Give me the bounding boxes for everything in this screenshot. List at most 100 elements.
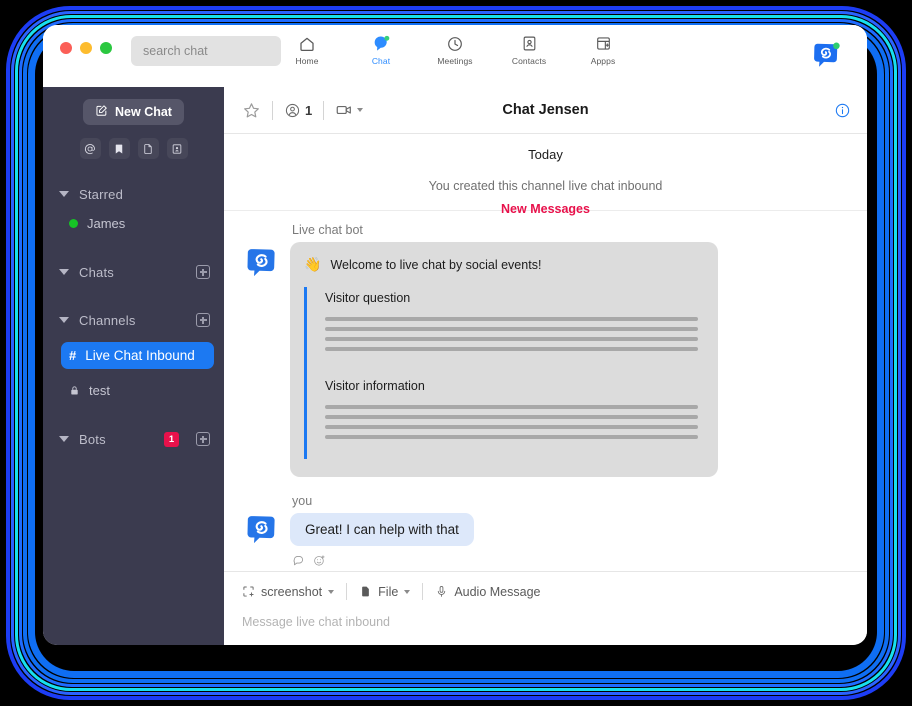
sidebar-section-label-starred: Starred xyxy=(79,186,124,202)
sidebar-item-live-chat-inbound[interactable]: # Live Chat Inbound xyxy=(61,342,214,369)
toolbar-divider xyxy=(346,583,348,600)
nav-label-apps: Appps xyxy=(590,56,616,66)
chevron-down-icon xyxy=(59,191,69,197)
hash-icon: # xyxy=(69,348,77,363)
sidebar-section-header-bots[interactable]: Bots 1 xyxy=(43,426,224,452)
bot-message-card: 👋 Welcome to live chat by social events!… xyxy=(290,242,718,477)
new-chat-button[interactable]: New Chat xyxy=(83,99,184,125)
message-group-user: you Great! I can help with that xyxy=(224,477,867,567)
sidebar: New Chat Starred James Chats Channels # … xyxy=(43,87,224,645)
message-actions xyxy=(292,554,851,567)
file-button[interactable]: File xyxy=(359,584,411,599)
bookmark-icon[interactable] xyxy=(108,138,130,159)
nav-label-contacts: Contacts xyxy=(511,56,547,66)
sidebar-section-channels: Channels # Live Chat Inbound test xyxy=(43,307,224,404)
chevron-down-icon xyxy=(59,317,69,323)
bot-quoted-block: Visitor question Visitor information xyxy=(304,287,702,459)
sidebar-section-label-chats: Chats xyxy=(79,264,114,280)
contact-card-icon[interactable] xyxy=(166,138,188,159)
chevron-down-icon xyxy=(59,269,69,275)
contact-card-icon xyxy=(521,34,538,53)
window-body: New Chat Starred James Chats Channels # … xyxy=(43,87,867,645)
sidebar-item-test[interactable]: test xyxy=(61,377,214,404)
composer-toolbar: screenshot File Audio Message xyxy=(242,583,849,600)
add-bot-button[interactable] xyxy=(196,432,210,446)
info-circle-icon[interactable] xyxy=(834,102,851,119)
chevron-down-icon xyxy=(357,108,364,112)
start-video-button[interactable] xyxy=(335,101,364,119)
message-group-bot: Live chat bot 👋 Welcome to live chat by … xyxy=(224,211,867,477)
apps-grid-icon xyxy=(595,34,612,53)
sidebar-quick-icons xyxy=(43,138,224,159)
bot-welcome-text: Welcome to live chat by social events! xyxy=(330,257,542,272)
star-icon[interactable] xyxy=(242,101,261,120)
add-chat-button[interactable] xyxy=(196,265,210,279)
nav-item-home[interactable]: Home xyxy=(281,34,333,66)
top-navigation: Home Chat Meetings Contacts Appps xyxy=(43,34,867,66)
nav-item-meetings[interactable]: Meetings xyxy=(429,34,481,66)
visitor-question-title: Visitor question xyxy=(325,291,411,305)
message-composer: screenshot File Audio Message Message li… xyxy=(224,571,867,645)
video-camera-icon xyxy=(335,101,353,119)
avatar xyxy=(244,246,278,280)
nav-item-contacts[interactable]: Contacts xyxy=(503,34,555,66)
chat-header: 1 Chat Jensen xyxy=(224,87,867,134)
sidebar-section-label-channels: Channels xyxy=(79,312,136,328)
mention-icon[interactable] xyxy=(79,138,101,159)
message-author: Live chat bot xyxy=(292,223,363,237)
app-window: Home Chat Meetings xyxy=(43,25,867,645)
message-row: 👋 Welcome to live chat by social events!… xyxy=(244,242,851,477)
nav-label-home: Home xyxy=(295,56,319,66)
compose-icon xyxy=(95,104,108,120)
titlebar: Home Chat Meetings xyxy=(43,25,867,87)
message-input[interactable] xyxy=(242,615,849,629)
audio-message-label: Audio Message xyxy=(454,584,541,599)
bots-unread-badge: 1 xyxy=(164,431,179,447)
participants-button[interactable]: 1 xyxy=(284,102,312,119)
online-status-dot xyxy=(69,219,78,228)
nav-item-chat[interactable]: Chat xyxy=(355,34,407,66)
date-separator: Today xyxy=(528,147,563,162)
chat-panel: 1 Chat Jensen Today You created this cha… xyxy=(224,87,867,645)
sidebar-section-bots: Bots 1 xyxy=(43,426,224,452)
wave-emoji-icon: 👋 xyxy=(304,256,322,272)
nav-label-meetings: Meetings xyxy=(437,56,473,66)
file-label: File xyxy=(378,584,399,599)
lock-icon xyxy=(69,385,80,396)
screenshot-button[interactable]: screenshot xyxy=(242,584,335,599)
sidebar-section-header-starred[interactable]: Starred xyxy=(43,181,224,207)
header-divider xyxy=(272,100,273,120)
sidebar-item-james[interactable]: James xyxy=(61,210,214,237)
sidebar-item-label: test xyxy=(89,383,110,398)
toolbar-divider xyxy=(422,583,424,600)
audio-message-button[interactable]: Audio Message xyxy=(435,585,540,599)
message-row: Great! I can help with that xyxy=(244,513,851,547)
reply-icon[interactable] xyxy=(292,554,305,567)
person-circle-icon xyxy=(284,102,301,119)
add-reaction-icon[interactable] xyxy=(313,554,326,567)
nav-item-apps[interactable]: Appps xyxy=(577,34,629,66)
sidebar-section-chats: Chats xyxy=(43,259,224,285)
file-icon[interactable] xyxy=(137,138,159,159)
sidebar-section-header-chats[interactable]: Chats xyxy=(43,259,224,285)
participants-count: 1 xyxy=(305,102,313,118)
visitor-information-title: Visitor information xyxy=(325,379,425,393)
app-logo-icon[interactable] xyxy=(811,41,841,71)
nav-label-chat: Chat xyxy=(371,56,391,66)
sidebar-section-label-bots: Bots xyxy=(79,431,106,447)
sidebar-section-header-channels[interactable]: Channels xyxy=(43,307,224,333)
bot-welcome-row: 👋 Welcome to live chat by social events! xyxy=(304,256,702,273)
chevron-down-icon xyxy=(328,589,335,594)
message-author: you xyxy=(292,494,313,508)
chat-bubble-icon xyxy=(372,34,391,53)
avatar xyxy=(244,513,278,547)
add-channel-button[interactable] xyxy=(196,313,210,327)
microphone-icon xyxy=(435,585,448,598)
screenshot-label: screenshot xyxy=(261,584,323,599)
chevron-down-icon xyxy=(404,589,411,594)
sidebar-item-label: Live Chat Inbound xyxy=(85,348,195,363)
screenshot-crop-icon xyxy=(242,585,255,598)
home-icon xyxy=(298,34,316,53)
file-icon xyxy=(359,585,372,598)
chat-header-actions: 1 xyxy=(242,100,364,120)
